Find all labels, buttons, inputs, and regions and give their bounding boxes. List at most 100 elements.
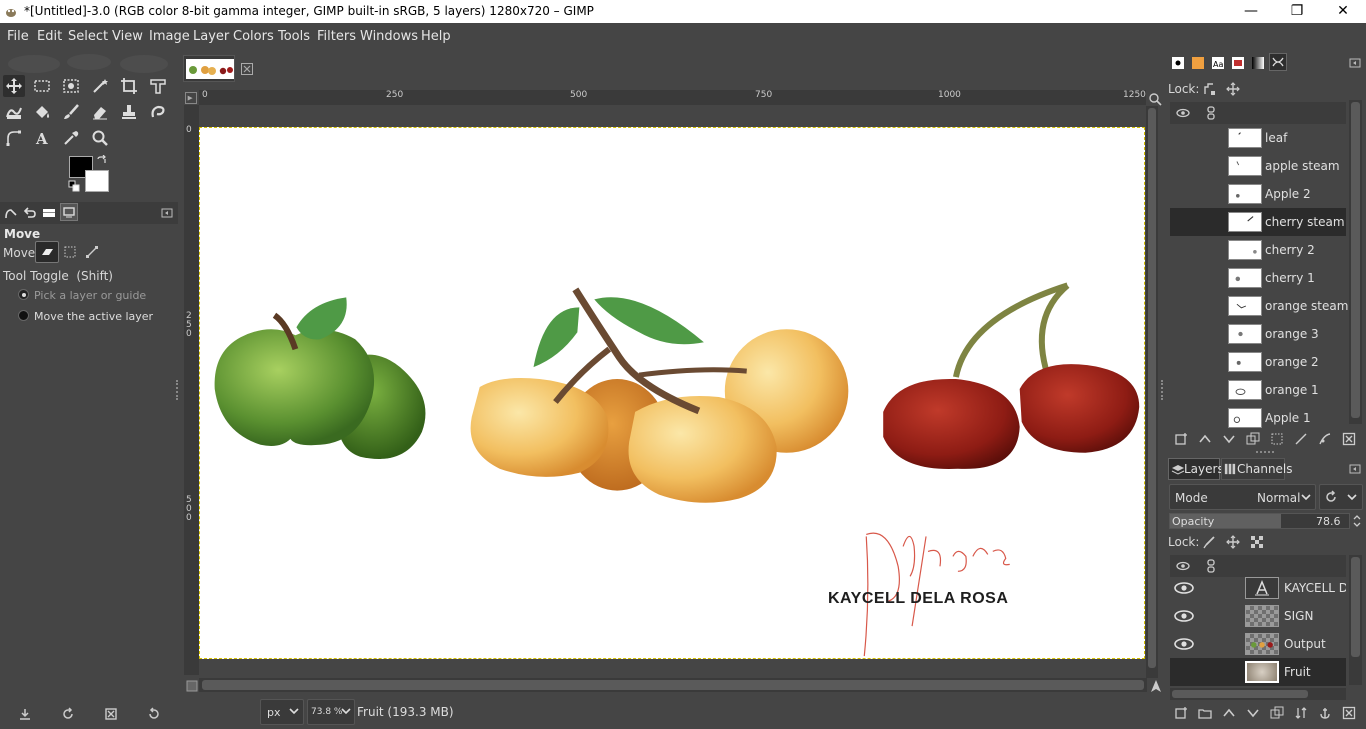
zoom-select[interactable]: 73.8 % — [307, 699, 355, 725]
unit-select[interactable]: px — [260, 699, 304, 725]
move-tool-icon[interactable] — [3, 75, 25, 97]
opacity-slider[interactable]: Opacity 78.6 — [1169, 513, 1350, 529]
restore-options-icon[interactable] — [59, 705, 77, 723]
brushes-tab-icon[interactable] — [1169, 54, 1187, 72]
layers-tab[interactable]: Layers — [1168, 458, 1224, 480]
zoom-tool-icon[interactable] — [89, 127, 111, 149]
lower-layer-icon[interactable] — [1244, 704, 1262, 722]
lock-position-icon[interactable] — [1200, 80, 1218, 98]
close-button[interactable]: ✕ — [1320, 0, 1366, 23]
delete-layer-icon[interactable] — [1340, 704, 1358, 722]
new-path-icon[interactable] — [1172, 430, 1190, 448]
composite-mode-button[interactable] — [1319, 484, 1363, 510]
eye-icon[interactable] — [1173, 580, 1195, 596]
duplicate-path-icon[interactable] — [1244, 430, 1262, 448]
swap-colors-icon[interactable] — [96, 154, 108, 167]
configure-tab-icon[interactable] — [158, 204, 176, 222]
horizontal-scrollbar[interactable] — [199, 678, 1147, 692]
layers-hscrollbar[interactable] — [1170, 688, 1346, 700]
move-layer-mode-button[interactable] — [35, 241, 59, 263]
device-status-tab-icon[interactable] — [60, 203, 78, 221]
color-picker-tool-icon[interactable] — [60, 127, 82, 149]
smudge-tool-icon[interactable] — [147, 101, 169, 123]
menu-file[interactable]: File — [7, 29, 29, 44]
path-layer-row[interactable]: orange 3 — [1170, 320, 1346, 348]
channels-tab[interactable]: Channels — [1221, 458, 1293, 480]
quick-mask-icon[interactable] — [183, 677, 201, 695]
path-layer-row[interactable]: cherry 1 — [1170, 264, 1346, 292]
menu-help[interactable]: Help — [421, 29, 451, 44]
layers-scrollbar[interactable] — [1349, 555, 1362, 685]
configure-tab-icon[interactable] — [1346, 460, 1364, 478]
new-layer-icon[interactable] — [1172, 704, 1190, 722]
menu-windows[interactable]: Windows — [360, 29, 418, 44]
crop-tool-icon[interactable] — [118, 75, 140, 97]
move-path-mode-button[interactable] — [83, 243, 101, 261]
default-colors-icon[interactable] — [68, 180, 80, 192]
lower-path-icon[interactable] — [1220, 430, 1238, 448]
paint-along-path-icon[interactable] — [1316, 430, 1334, 448]
lock-move-icon[interactable] — [1224, 533, 1242, 551]
paths-tool-icon[interactable] — [3, 127, 25, 149]
merge-layer-icon[interactable] — [1292, 704, 1310, 722]
layer-row[interactable]: SIGN — [1170, 602, 1346, 630]
clone-tool-icon[interactable] — [118, 101, 140, 123]
path-to-selection-icon[interactable] — [1268, 430, 1286, 448]
selection-to-path-icon[interactable] — [1292, 430, 1310, 448]
menu-layer[interactable]: Layer — [193, 29, 229, 44]
path-layer-row[interactable]: Apple 2 — [1170, 180, 1346, 208]
navigate-icon[interactable] — [1147, 677, 1165, 695]
layer-row[interactable]: Fruit — [1170, 658, 1346, 686]
patterns-tab-icon[interactable] — [1189, 54, 1207, 72]
text-tool-icon[interactable]: A — [31, 127, 53, 149]
dock-splitter[interactable] — [1161, 380, 1165, 400]
menu-filters[interactable]: Filters — [317, 29, 356, 44]
fonts-tab-icon[interactable]: Aa — [1209, 54, 1227, 72]
minimize-button[interactable]: — — [1228, 0, 1274, 23]
path-layer-row[interactable]: Apple 1 — [1170, 404, 1346, 432]
lock-pixels-icon[interactable] — [1200, 533, 1218, 551]
menu-edit[interactable]: Edit — [37, 29, 62, 44]
duplicate-layer-icon[interactable] — [1268, 704, 1286, 722]
path-layer-row[interactable]: cherry 2 — [1170, 236, 1346, 264]
path-layer-row[interactable]: leaf — [1170, 124, 1346, 152]
paths-tab-icon[interactable] — [1269, 53, 1287, 71]
configure-tab-icon[interactable] — [1346, 54, 1364, 72]
gradients-tab-icon[interactable] — [1249, 54, 1267, 72]
raise-path-icon[interactable] — [1196, 430, 1214, 448]
dock-divider-handle[interactable] — [1256, 451, 1274, 455]
layer-row[interactable]: Output — [1170, 630, 1346, 658]
move-selection-mode-button[interactable] — [61, 243, 79, 261]
path-layer-row[interactable]: orange steam — [1170, 292, 1348, 320]
vertical-scrollbar[interactable] — [1146, 106, 1158, 678]
eye-icon[interactable] — [1173, 608, 1195, 624]
move-active-layer-radio[interactable] — [18, 310, 29, 321]
menu-image[interactable]: Image — [149, 29, 190, 44]
menu-colors[interactable]: Colors — [233, 29, 274, 44]
restore-button[interactable]: ❐ — [1274, 0, 1320, 23]
paintbrush-tool-icon[interactable] — [60, 101, 82, 123]
path-layer-row[interactable]: cherry steam — [1170, 208, 1346, 236]
background-color-swatch[interactable] — [85, 170, 109, 192]
menu-view[interactable]: View — [112, 29, 143, 44]
free-select-tool-icon[interactable] — [60, 75, 82, 97]
path-layer-row[interactable]: orange 2 — [1170, 348, 1346, 376]
tool-options-tab-icon[interactable] — [2, 204, 20, 222]
menu-select[interactable]: Select — [68, 29, 108, 44]
reset-options-icon[interactable] — [145, 705, 163, 723]
path-layer-row[interactable]: orange 1 — [1170, 376, 1346, 404]
new-layer-group-icon[interactable] — [1196, 704, 1214, 722]
delete-options-icon[interactable] — [102, 705, 120, 723]
images-tab-icon[interactable] — [40, 204, 58, 222]
toolbox-splitter[interactable] — [176, 380, 180, 400]
lock-alpha-icon[interactable] — [1248, 533, 1266, 551]
save-options-icon[interactable] — [16, 705, 34, 723]
palettes-tab-icon[interactable] — [1229, 54, 1247, 72]
unified-transform-tool-icon[interactable] — [147, 75, 169, 97]
bucket-fill-tool-icon[interactable] — [31, 101, 53, 123]
paths-scrollbar[interactable] — [1349, 100, 1362, 424]
path-layer-row[interactable]: apple steam — [1170, 152, 1346, 180]
rect-select-tool-icon[interactable] — [31, 75, 53, 97]
menu-tools[interactable]: Tools — [278, 29, 310, 44]
ruler-corner-icon[interactable] — [185, 92, 197, 104]
